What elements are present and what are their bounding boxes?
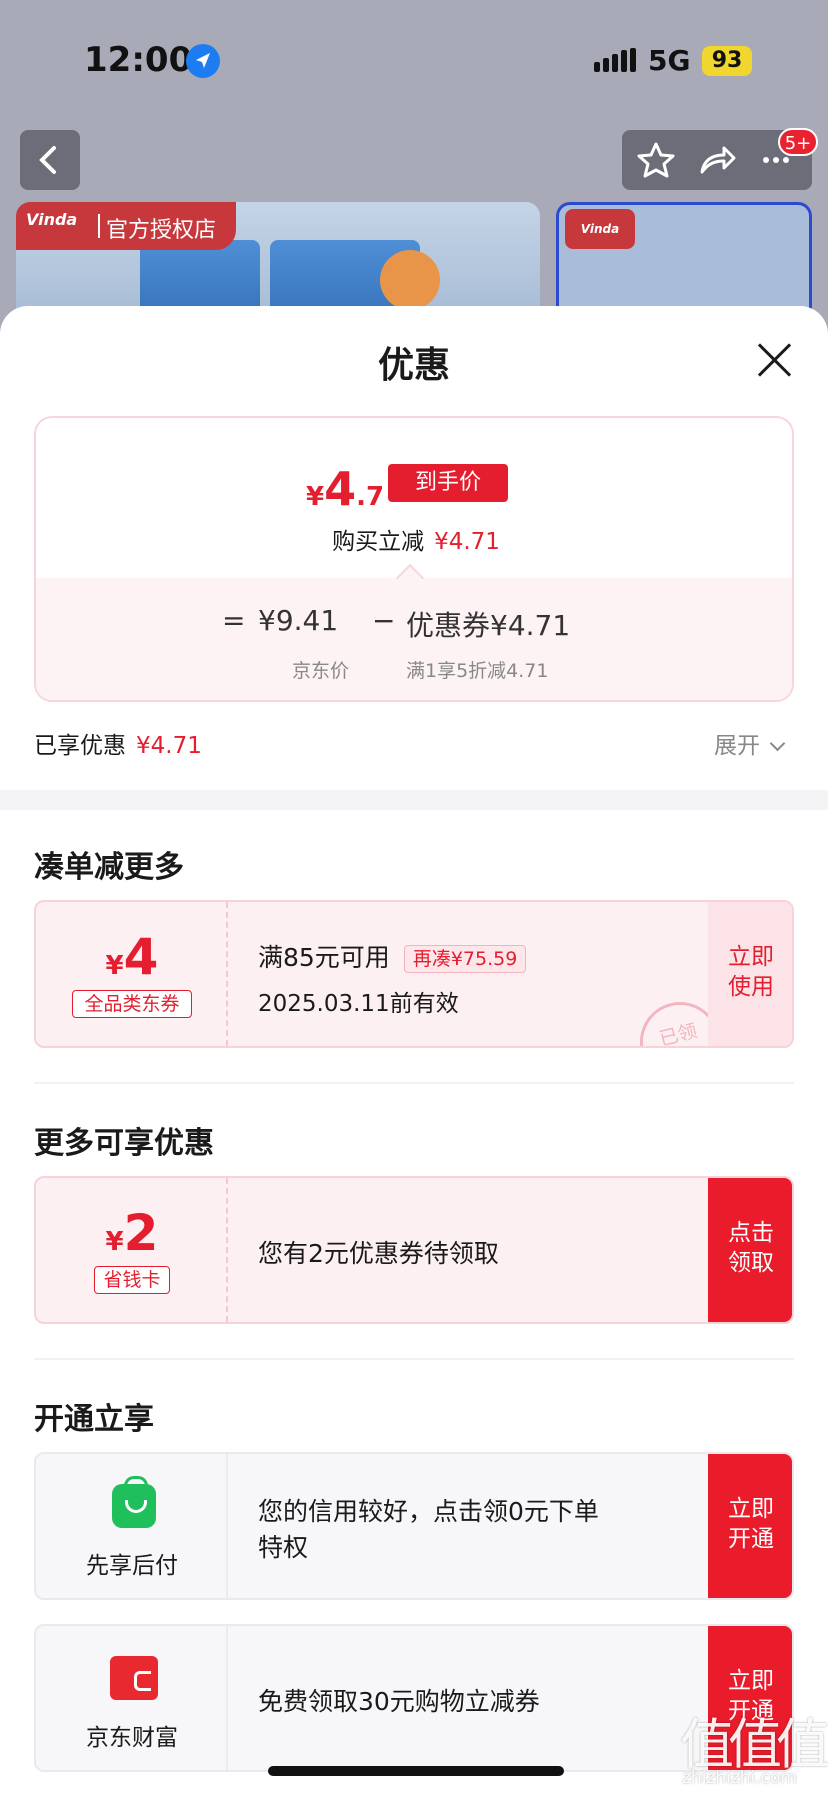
enjoyed-discount: 已享优惠 ¥4.71 — [34, 726, 202, 760]
coupon-amount: 4 — [123, 928, 159, 986]
watermark-url: zhizhizhi.com — [682, 1768, 797, 1788]
chevron-left-icon — [39, 146, 56, 174]
section-title-open: 开通立享 — [34, 1402, 154, 1437]
coupon-deduction: 优惠券¥4.71 — [406, 609, 571, 642]
divider — [34, 1082, 794, 1084]
status-bar: 12:00 5G 93 — [0, 36, 828, 86]
site-watermark: 值值值 zhizhizhi.com — [676, 1700, 828, 1796]
brand-logo: Vinda — [565, 209, 635, 249]
coupon-condition: 满85元可用 — [258, 943, 390, 972]
final-price: ¥4.7 — [306, 462, 384, 516]
coupon-value-area: ¥4 全品类东券 — [36, 902, 228, 1046]
back-button[interactable] — [20, 130, 80, 190]
coupon-card-savings: ¥2 省钱卡 您有2元优惠券待领取 点击领取 — [34, 1176, 794, 1324]
currency-symbol: ¥ — [105, 1227, 124, 1257]
close-icon[interactable] — [754, 340, 794, 380]
coupon-value: ¥4 — [36, 928, 228, 986]
service-logo-area: 京东财富 — [36, 1626, 228, 1770]
favorite-button[interactable] — [626, 130, 686, 190]
badge-divider — [98, 214, 100, 238]
activate-button[interactable]: 立即开通 — [708, 1454, 792, 1598]
saving-label: 购买立减 — [332, 529, 425, 555]
coupon-value: ¥2 — [36, 1204, 228, 1262]
store-badge-text: 官方授权店 — [106, 218, 217, 243]
coupon-description: 您有2元优惠券待领取 — [258, 1239, 499, 1268]
service-description: 您的信用较好，点击领0元下单 — [258, 1497, 599, 1526]
brand-logo: Vinda — [26, 210, 78, 229]
wallet-icon — [110, 1656, 158, 1700]
activate-label: 立即开通 — [728, 1496, 774, 1552]
enjoyed-label: 已享优惠 — [34, 733, 126, 759]
price-integer: 4 — [324, 462, 357, 516]
flower-decoration — [380, 250, 440, 310]
store-badge: Vinda 官方授权店 — [16, 202, 236, 250]
instant-saving-line: 购买立减 ¥4.71 — [36, 522, 792, 556]
final-price-tag: 到手价 — [388, 464, 508, 502]
service-description: 免费领取30元购物立减券 — [258, 1687, 540, 1716]
section-title-more: 更多可享优惠 — [34, 1126, 214, 1161]
price-breakdown-card: ¥4.7 到手价 购买立减 ¥4.71 = ¥9.41 − 优惠券¥4.71 京东… — [34, 416, 794, 702]
expand-button[interactable]: 展开 — [714, 726, 786, 760]
base-price: ¥9.41 — [258, 604, 339, 637]
coupon-validity: 2025.03.11前有效 — [258, 991, 459, 1017]
coupon-value-area: ¥2 省钱卡 — [36, 1178, 228, 1322]
coupon-card-combine: ¥4 全品类东券 满85元可用 再凑¥75.59 2025.03.11前有效 已领… — [34, 900, 794, 1048]
currency-symbol: ¥ — [105, 951, 124, 981]
minus-sign: − — [372, 604, 396, 637]
claim-label: 点击领取 — [728, 1220, 774, 1276]
service-description-cont: 特权 — [258, 1533, 309, 1562]
shopping-bag-icon — [112, 1476, 156, 1528]
chevron-down-icon — [769, 735, 786, 752]
star-icon — [637, 142, 675, 178]
share-icon — [700, 146, 736, 174]
claim-button[interactable]: 点击领取 — [708, 1178, 792, 1322]
status-time: 12:00 — [84, 40, 193, 80]
coupon-deduction-label: 满1享5折减4.71 — [406, 660, 549, 682]
service-name: 京东财富 — [86, 1725, 178, 1751]
battery-indicator: 93 — [702, 46, 752, 76]
discount-sheet: 优惠 ¥4.7 到手价 购买立减 ¥4.71 = ¥9.41 − 优惠券¥4.71… — [0, 306, 828, 1796]
saving-amount: ¥4.71 — [434, 529, 500, 555]
network-type: 5G — [648, 44, 691, 77]
location-arrow-icon — [186, 44, 220, 78]
service-card-paylater: 先享后付 您的信用较好，点击领0元下单 特权 立即开通 — [34, 1452, 794, 1600]
expand-label: 展开 — [714, 733, 760, 759]
sheet-title: 优惠 — [377, 345, 450, 386]
divider — [34, 1358, 794, 1360]
base-price-label: 京东价 — [292, 660, 350, 682]
currency-symbol: ¥ — [306, 482, 325, 512]
price-decimal: .7 — [356, 482, 385, 512]
enjoyed-amount: ¥4.71 — [136, 733, 202, 759]
coupon-condition-line: 满85元可用 再凑¥75.59 — [258, 938, 527, 974]
use-now-label: 立即使用 — [728, 944, 774, 1000]
coupon-amount: 2 — [123, 1204, 159, 1262]
share-button[interactable] — [686, 130, 746, 190]
service-name: 先享后付 — [86, 1553, 178, 1579]
coupon-type-tag: 省钱卡 — [94, 1266, 170, 1294]
home-indicator[interactable] — [268, 1766, 564, 1776]
equals-sign: = — [222, 604, 246, 637]
service-logo-area: 先享后付 — [36, 1454, 228, 1598]
coupon-type-tag: 全品类东券 — [72, 990, 192, 1018]
need-more-tag: 再凑¥75.59 — [403, 945, 527, 973]
section-title-combine: 凑单减更多 — [34, 850, 184, 885]
use-now-button[interactable]: 立即使用 — [708, 902, 792, 1046]
section-separator — [0, 790, 828, 810]
notification-badge: 5+ — [778, 128, 818, 156]
